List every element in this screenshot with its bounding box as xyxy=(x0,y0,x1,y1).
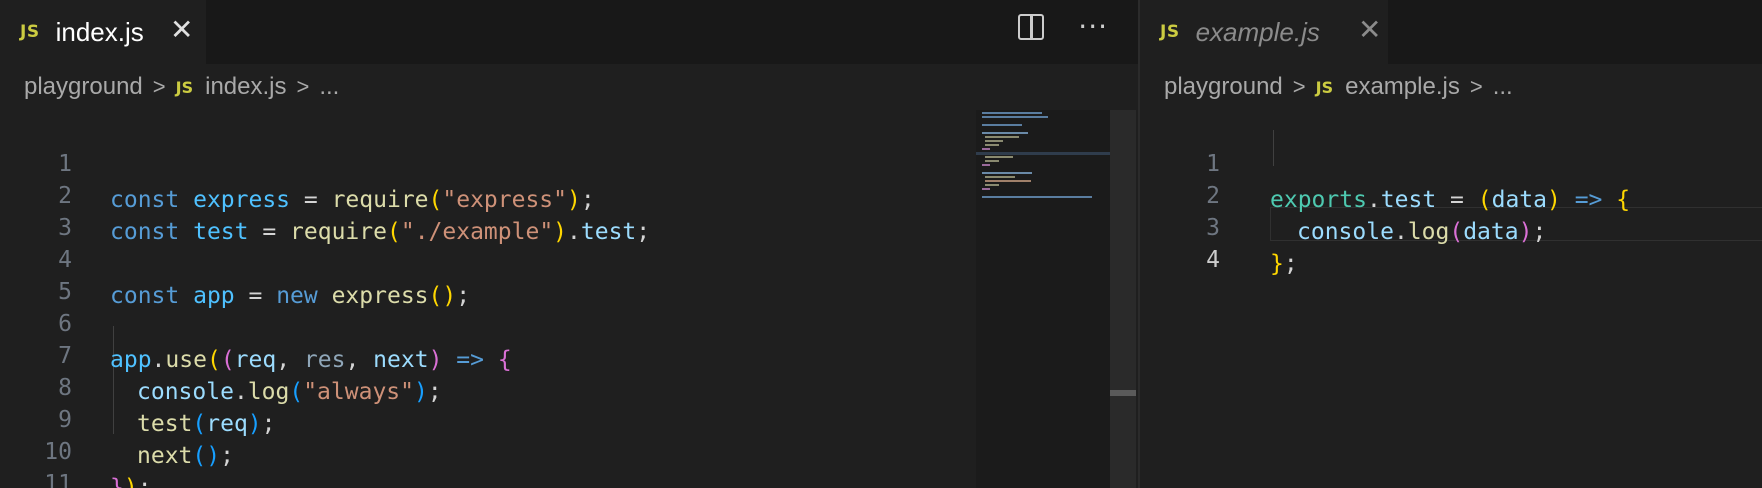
minimap-line xyxy=(982,172,1032,174)
close-icon[interactable]: ✕ xyxy=(170,13,193,46)
tab-index-js[interactable]: JS index.js ✕ xyxy=(0,0,206,64)
chevron-right-icon: > xyxy=(1469,74,1483,99)
breadcrumb: playground > JS index.js > ... xyxy=(0,64,1138,110)
right-tab-bar: JS example.js ✕ xyxy=(1140,0,1762,64)
breadcrumb-file[interactable]: index.js xyxy=(205,73,286,101)
code-line: 3 xyxy=(0,174,83,241)
minimap-line xyxy=(982,188,990,190)
minimap-line xyxy=(985,160,999,162)
left-tab-bar: JS index.js ✕ ··· xyxy=(0,0,1138,64)
code-text: console.log(data); xyxy=(1297,219,1547,245)
minimap-line xyxy=(985,176,1015,178)
code-text: }); xyxy=(110,475,152,488)
code-line: 6 app.use((req, res, next) => { xyxy=(0,270,512,373)
code-line: 7 console.log("always"); xyxy=(0,302,442,405)
minimap-line xyxy=(982,116,1048,118)
minimap-line xyxy=(985,180,1031,182)
minimap-line xyxy=(982,132,1028,134)
minimap-line xyxy=(985,140,1003,142)
breadcrumb-folder[interactable]: playground xyxy=(1164,73,1283,101)
minimap-line xyxy=(985,156,1013,158)
code-text: const express = require("express"); xyxy=(110,187,595,213)
code-text: const test = require("./example").test; xyxy=(110,219,651,245)
line-number: 11 xyxy=(44,471,72,488)
indent-guide xyxy=(1273,130,1274,166)
code-line: 9 next(); xyxy=(0,366,234,469)
minimap-line xyxy=(982,112,1042,114)
line-number: 4 xyxy=(1206,247,1220,273)
minimap-line xyxy=(982,148,990,150)
code-line: 2 const test = require("./example").test… xyxy=(0,142,650,245)
vertical-scrollbar[interactable] xyxy=(1110,110,1136,488)
code-text: app.use((req, res, next) => { xyxy=(110,347,512,373)
code-editor[interactable]: 1 exports.test = (data) => { 2 console.l… xyxy=(1140,110,1762,488)
js-file-icon: JS xyxy=(1160,22,1180,42)
code-text: test(req); xyxy=(137,411,276,437)
code-editor[interactable]: 1 const express = require("express"); 2 … xyxy=(0,110,1138,488)
minimap-line xyxy=(982,196,1092,198)
js-file-icon: JS xyxy=(175,77,194,97)
breadcrumb-folder[interactable]: playground xyxy=(24,73,143,101)
code-line: 1 const express = require("express"); xyxy=(0,110,595,213)
code-line: 4 const app = new express(); xyxy=(0,206,470,309)
more-actions-icon[interactable]: ··· xyxy=(1078,13,1108,41)
minimap-line xyxy=(982,124,1022,126)
code-line: 3 }; xyxy=(1140,174,1298,277)
left-editor-group: JS index.js ✕ ··· playground > JS index.… xyxy=(0,0,1138,488)
code-line: 11 xyxy=(0,430,83,488)
code-line: 1 exports.test = (data) => { xyxy=(1140,110,1630,213)
minimap-line xyxy=(985,184,999,186)
code-line: 8 test(req); xyxy=(0,334,275,437)
code-line: 2 console.log(data); xyxy=(1140,142,1546,245)
breadcrumb-symbols[interactable]: ... xyxy=(319,73,339,101)
minimap-line xyxy=(982,164,990,166)
chevron-right-icon: > xyxy=(1292,74,1306,99)
tab-example-js[interactable]: JS example.js ✕ xyxy=(1140,0,1388,64)
code-line: 4 xyxy=(1140,206,1223,273)
minimap-highlight xyxy=(976,152,1110,155)
chevron-right-icon: > xyxy=(296,74,310,99)
editor-actions: ··· xyxy=(1018,13,1108,41)
js-file-icon: JS xyxy=(20,22,40,42)
breadcrumb-file[interactable]: example.js xyxy=(1345,73,1460,101)
minimap-line xyxy=(985,144,999,146)
code-line: 5 xyxy=(0,238,83,305)
js-file-icon: JS xyxy=(1315,77,1334,97)
minimap-line xyxy=(985,136,1019,138)
breadcrumb-symbols[interactable]: ... xyxy=(1493,73,1513,101)
code-text: exports.test = (data) => { xyxy=(1270,187,1631,213)
right-editor-group: JS example.js ✕ playground > JS example.… xyxy=(1140,0,1762,488)
close-icon[interactable]: ✕ xyxy=(1358,13,1381,46)
code-text: }; xyxy=(1270,251,1298,277)
tab-label: example.js xyxy=(1195,16,1320,47)
chevron-right-icon: > xyxy=(152,74,166,99)
code-text: console.log("always"); xyxy=(137,379,442,405)
code-text: const app = new express(); xyxy=(110,283,471,309)
tab-label: index.js xyxy=(55,16,144,47)
code-line: 10 }); xyxy=(0,398,151,488)
code-text: next(); xyxy=(137,443,234,469)
breadcrumb: playground > JS example.js > ... xyxy=(1140,64,1762,110)
split-editor-icon[interactable] xyxy=(1018,14,1045,40)
minimap[interactable] xyxy=(976,110,1110,488)
scrollbar-thumb[interactable] xyxy=(1110,390,1136,396)
